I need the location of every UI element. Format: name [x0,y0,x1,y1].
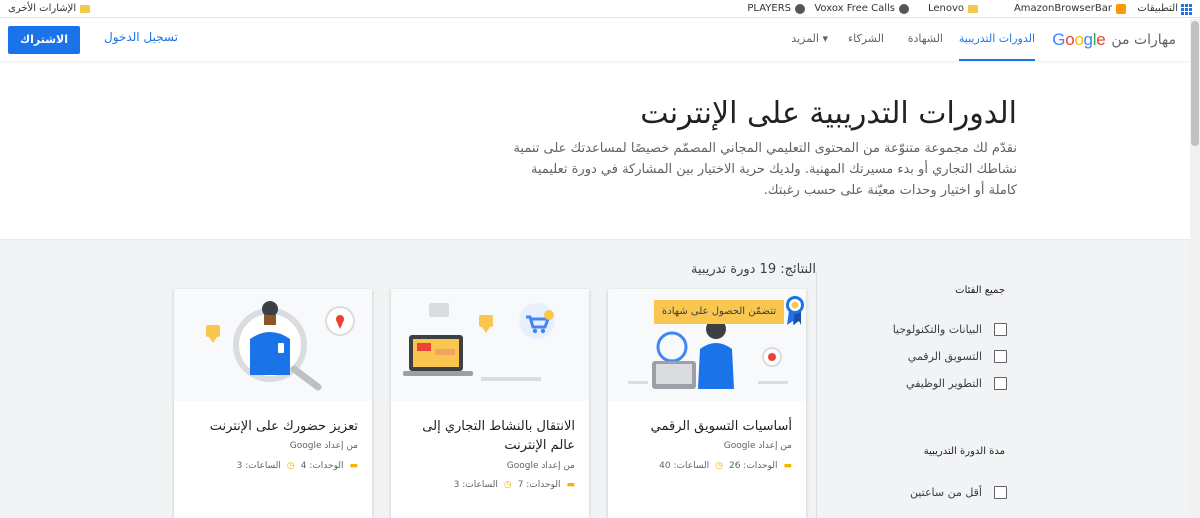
clock-icon: ◷ [715,461,723,471]
bookmark-apps[interactable]: التطبيقات [1137,0,1192,18]
checkbox[interactable] [994,376,1007,390]
clock-icon: ◷ [286,461,295,471]
course-illustration [174,289,372,401]
award-ribbon-icon [786,296,804,325]
course-title[interactable]: الانتقال بالنشاط التجاري إلى عالم الإنتر… [405,417,575,455]
bookmark-label: Voxox Free Calls [814,3,895,14]
course-author: من إعداد Google [289,441,358,451]
course-illustration [391,289,589,401]
scrollbar-thumb[interactable] [1191,21,1199,146]
bookmark-lenovo[interactable]: Lenovo [928,0,978,18]
nav-certificate[interactable]: الشهادة [908,19,943,61]
bookmark-label: AmazonBrowserBar [1013,3,1112,14]
folder-icon [80,5,91,13]
bookmark-players[interactable]: PLAYERS [747,0,805,18]
globe-icon [899,4,909,14]
filter-label: البيانات والتكنولوجيا [892,322,982,336]
checkbox[interactable] [994,485,1007,499]
certificate-badge: تتضمّن الحصول على شهادة [654,300,785,324]
filter-career-development[interactable]: التطوير الوظيفي [906,374,1007,392]
duration-heading: مدة الدورة التدريبية [923,446,1005,457]
filter-digital-marketing[interactable]: التسويق الرقمي [908,347,1007,365]
course-card[interactable]: تتضمّن الحصول على شهادة أساسيات التسويق … [608,289,806,518]
nav-courses[interactable]: الدورات التدريبية [958,19,1035,61]
checkbox[interactable] [994,322,1007,336]
apps-icon [1181,4,1192,15]
brand-logo[interactable]: مهارات من Google [1052,29,1176,51]
course-title[interactable]: أساسيات التسويق الرقمي [622,417,792,436]
bookmarks-bar: الإشارات الأخرى التطبيقات AmazonBrowserB… [0,0,1200,18]
units-icon: ▬ [349,461,358,471]
course-meta: ▬ الوحدات: 7 ◷ الساعات: 3 [454,480,575,490]
bookmark-label: التطبيقات [1137,3,1178,14]
checkbox[interactable] [994,349,1007,363]
site-header: مهارات من Google الدورات التدريبية الشها… [0,19,1190,61]
course-author: من إعداد Google [506,461,575,471]
course-meta: ▬ الوحدات: 4 ◷ الساعات: 3 [237,461,358,471]
clock-icon: ◷ [503,480,512,490]
amazon-icon [1116,4,1126,14]
bookmark-label: Lenovo [927,3,964,14]
google-logo: Google [1052,30,1106,49]
course-hours: الساعات: 3 [236,461,281,471]
bookmark-voxox[interactable]: Voxox Free Calls [814,0,909,18]
page-title: الدورات التدريبية على الإنترنت [640,96,1017,131]
filters-panel: جميع الفئات البيانات والتكنولوجيا التسوي… [816,272,1019,518]
brand-text: مهارات من [1111,32,1176,48]
signin-link[interactable]: تسجيل الدخول [104,30,178,44]
nav-more[interactable]: المزيد ▾ [791,19,828,61]
page-description: نقدّم لك مجموعة متنوّعة من المحتوى التعل… [513,141,1017,198]
page-scrollbar[interactable] [1190,19,1200,518]
bookmark-amazon[interactable]: AmazonBrowserBar [1014,0,1126,18]
course-author: من إعداد Google [723,441,792,451]
course-meta: ▬ الوحدات: 26 ◷ الساعات: 40 [659,461,792,471]
nav-partners[interactable]: الشركاء [848,19,884,61]
course-hours: الساعات: 40 [659,461,710,471]
subscribe-button[interactable]: الاشتراك [8,26,80,54]
globe-icon [795,4,805,14]
course-card[interactable]: تعزيز حضورك على الإنترنت من إعداد Google… [174,289,372,518]
folder-icon [968,5,978,13]
course-units: الوحدات: 7 [517,480,561,490]
units-icon: ▬ [783,461,792,471]
course-title[interactable]: تعزيز حضورك على الإنترنت [188,417,358,436]
results-count: النتائج: 19 دورة تدريبية [690,262,816,277]
course-units: الوحدات: 26 [728,461,778,471]
filter-data-tech[interactable]: البيانات والتكنولوجيا [893,320,1007,338]
course-hours: الساعات: 3 [453,480,498,490]
bookmark-label: الإشارات الأخرى [8,3,77,14]
categories-heading: جميع الفئات [955,285,1005,296]
course-illustration: تتضمّن الحصول على شهادة [608,289,806,401]
filter-label: التسويق الرقمي [907,349,982,363]
filter-duration-under-2h[interactable]: أقل من ساعتين [910,483,1007,501]
course-units: الوحدات: 4 [300,461,344,471]
bookmark-other[interactable]: الإشارات الأخرى [8,0,91,18]
bookmark-label: PLAYERS [747,3,791,14]
filter-label: التطوير الوظيفي [906,376,982,390]
units-icon: ▬ [566,480,575,490]
filter-label: أقل من ساعتين [909,485,982,499]
course-card[interactable]: الانتقال بالنشاط التجاري إلى عالم الإنتر… [391,289,589,518]
